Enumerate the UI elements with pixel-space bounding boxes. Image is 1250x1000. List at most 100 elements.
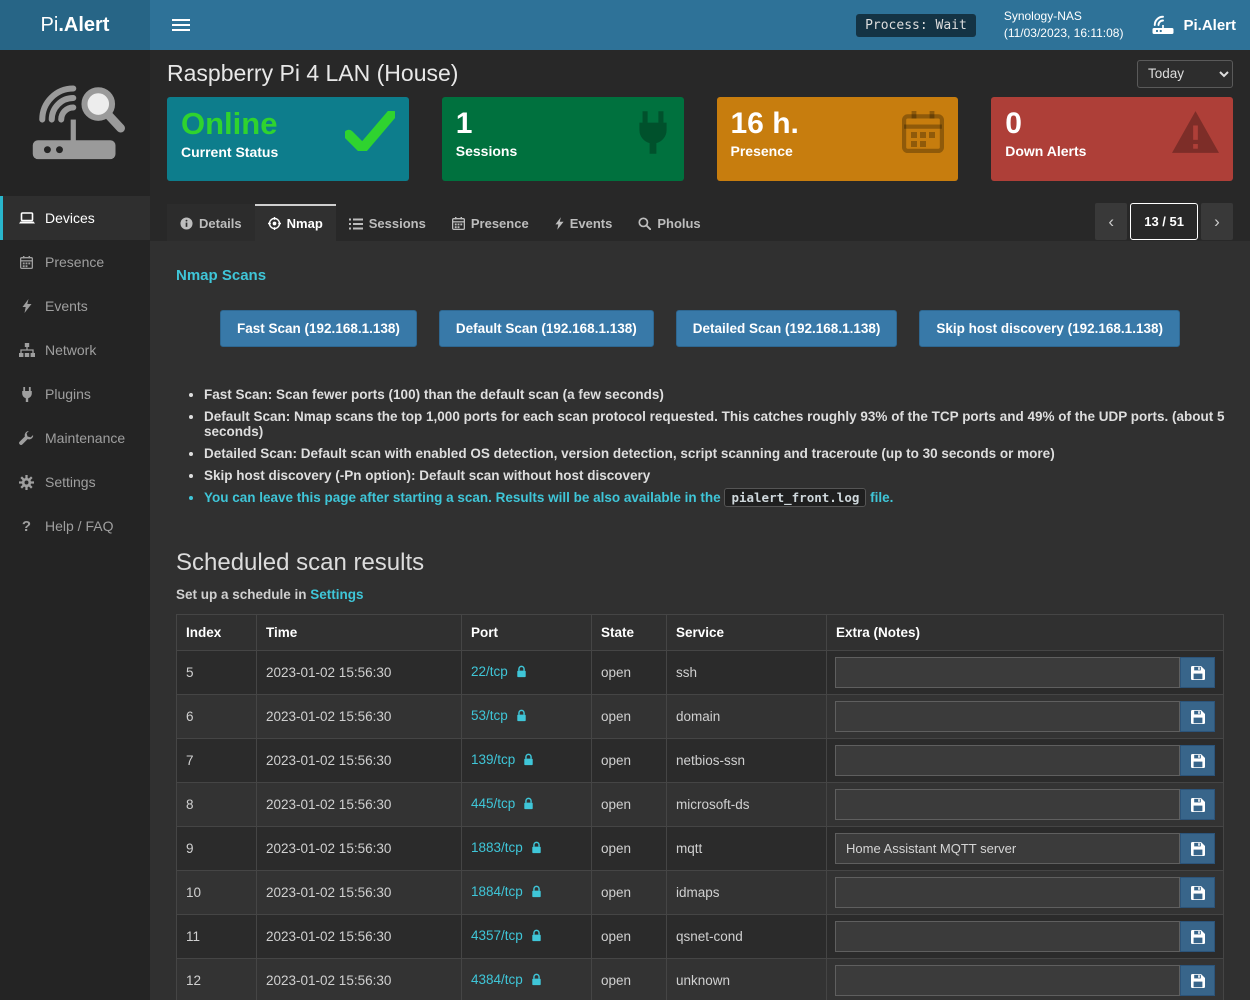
sidebar-item-network[interactable]: Network <box>0 328 150 372</box>
port-link[interactable]: 22/tcp <box>471 664 508 679</box>
warning-icon <box>1172 111 1219 158</box>
cell-port: 4384/tcp <box>462 959 592 1000</box>
host-timestamp: (11/03/2023, 16:11:08) <box>1004 25 1124 42</box>
floppy-icon <box>1191 930 1205 944</box>
tab-details[interactable]: Details <box>167 204 255 241</box>
sidebar-item-label: Plugins <box>45 386 91 402</box>
col-state: State <box>592 615 667 651</box>
sidebar-item-plugins[interactable]: Plugins <box>0 372 150 416</box>
save-note-button[interactable] <box>1180 877 1215 908</box>
floppy-icon <box>1191 666 1205 680</box>
cell-port: 53/tcp <box>462 695 592 739</box>
notes-input[interactable] <box>835 921 1180 952</box>
sidebar-item-settings[interactable]: Settings <box>0 460 150 504</box>
cell-port: 139/tcp <box>462 739 592 783</box>
notes-input[interactable] <box>835 657 1180 688</box>
cell-time: 2023-01-02 15:56:30 <box>257 651 462 695</box>
tab-presence[interactable]: Presence <box>439 204 542 241</box>
save-note-button[interactable] <box>1180 833 1215 864</box>
tab-nmap[interactable]: Nmap <box>255 204 336 241</box>
tab-events[interactable]: Events <box>542 204 626 241</box>
notes-input[interactable] <box>835 877 1180 908</box>
app-logo[interactable]: Pi.Alert <box>0 0 150 50</box>
cell-state: open <box>592 651 667 695</box>
save-note-button[interactable] <box>1180 921 1215 952</box>
floppy-icon <box>1191 798 1205 812</box>
tab-sessions[interactable]: Sessions <box>336 204 439 241</box>
tab-label: Sessions <box>369 216 426 231</box>
port-link[interactable]: 53/tcp <box>471 708 508 723</box>
default-scan-button[interactable]: Default Scan (192.168.1.138) <box>439 310 654 347</box>
device-tabs: Details Nmap Sessions Presence Events Ph… <box>167 204 714 241</box>
settings-link[interactable]: Settings <box>310 587 363 602</box>
port-link[interactable]: 139/tcp <box>471 752 515 767</box>
skip-host-discovery-button[interactable]: Skip host discovery (192.168.1.138) <box>919 310 1180 347</box>
topbar-account[interactable]: Pi.Alert <box>1151 15 1236 35</box>
port-link[interactable]: 4384/tcp <box>471 972 523 987</box>
info-icon <box>180 217 193 230</box>
cell-state: open <box>592 915 667 959</box>
save-note-button[interactable] <box>1180 745 1215 776</box>
sidebar-item-maintenance[interactable]: Maintenance <box>0 416 150 460</box>
notes-input[interactable] <box>835 965 1180 996</box>
log-file-note: You can leave this page after starting a… <box>204 490 1234 505</box>
cell-index: 10 <box>177 871 257 915</box>
cell-index: 6 <box>177 695 257 739</box>
notes-input[interactable] <box>835 701 1180 732</box>
current-status-card: Online Current Status <box>167 97 409 181</box>
cell-service: netbios-ssn <box>667 739 827 783</box>
lock-icon <box>531 974 542 989</box>
sidebar-item-label: Devices <box>45 210 95 226</box>
app-logo-text: Pi <box>41 14 59 37</box>
save-note-button[interactable] <box>1180 789 1215 820</box>
next-device-button[interactable]: › <box>1201 203 1233 240</box>
sidebar-item-help[interactable]: ? Help / FAQ <box>0 504 150 548</box>
detailed-scan-button[interactable]: Detailed Scan (192.168.1.138) <box>676 310 898 347</box>
port-link[interactable]: 445/tcp <box>471 796 515 811</box>
col-extra-notes: Extra (Notes) <box>827 615 1224 651</box>
topbar-account-label: Pi.Alert <box>1183 17 1236 34</box>
lock-icon <box>516 666 527 681</box>
cell-time: 2023-01-02 15:56:30 <box>257 695 462 739</box>
cell-time: 2023-01-02 15:56:30 <box>257 739 462 783</box>
fast-scan-button[interactable]: Fast Scan (192.168.1.138) <box>220 310 417 347</box>
table-row: 7 2023-01-02 15:56:30 139/tcp open netbi… <box>177 739 1224 783</box>
cell-state: open <box>592 827 667 871</box>
schedule-hint: Set up a schedule in Settings <box>176 587 1234 602</box>
sidebar-item-events[interactable]: Events <box>0 284 150 328</box>
period-select[interactable]: Today <box>1137 60 1233 88</box>
calendar-icon <box>452 217 465 230</box>
topbar: Pi.Alert Process: Wait Synology-NAS (11/… <box>0 0 1250 50</box>
scan-descriptions: Fast Scan: Scan fewer ports (100) than t… <box>204 387 1234 505</box>
scan-description: Default Scan: Nmap scans the top 1,000 p… <box>204 409 1234 439</box>
sidebar-item-presence[interactable]: Presence <box>0 240 150 284</box>
cell-notes <box>827 651 1224 695</box>
sidebar-toggle-button[interactable] <box>166 10 196 40</box>
save-note-button[interactable] <box>1180 965 1215 996</box>
sidebar-item-devices[interactable]: Devices <box>0 196 150 240</box>
prev-device-button[interactable]: ‹ <box>1095 203 1127 240</box>
port-link[interactable]: 1884/tcp <box>471 884 523 899</box>
save-note-button[interactable] <box>1180 701 1215 732</box>
page-title: Raspberry Pi 4 LAN (House) <box>167 60 458 87</box>
events-icon <box>18 299 35 313</box>
table-row: 12 2023-01-02 15:56:30 4384/tcp open unk… <box>177 959 1224 1000</box>
cell-port: 445/tcp <box>462 783 592 827</box>
notes-input[interactable] <box>835 745 1180 776</box>
question-icon: ? <box>18 518 35 535</box>
list-icon <box>349 218 363 230</box>
notes-input[interactable] <box>835 833 1180 864</box>
notes-input[interactable] <box>835 789 1180 820</box>
status-cards: Online Current Status 1 Sessions 16 h. P… <box>150 97 1250 181</box>
cell-state: open <box>592 871 667 915</box>
cell-index: 5 <box>177 651 257 695</box>
lock-icon <box>531 930 542 945</box>
col-service: Service <box>667 615 827 651</box>
port-link[interactable]: 4357/tcp <box>471 928 523 943</box>
save-note-button[interactable] <box>1180 657 1215 688</box>
port-link[interactable]: 1883/tcp <box>471 840 523 855</box>
presence-icon <box>18 256 35 269</box>
cell-notes <box>827 915 1224 959</box>
sidebar: Devices Presence Events Network Plugins … <box>0 50 150 1000</box>
tab-pholus[interactable]: Pholus <box>625 204 713 241</box>
